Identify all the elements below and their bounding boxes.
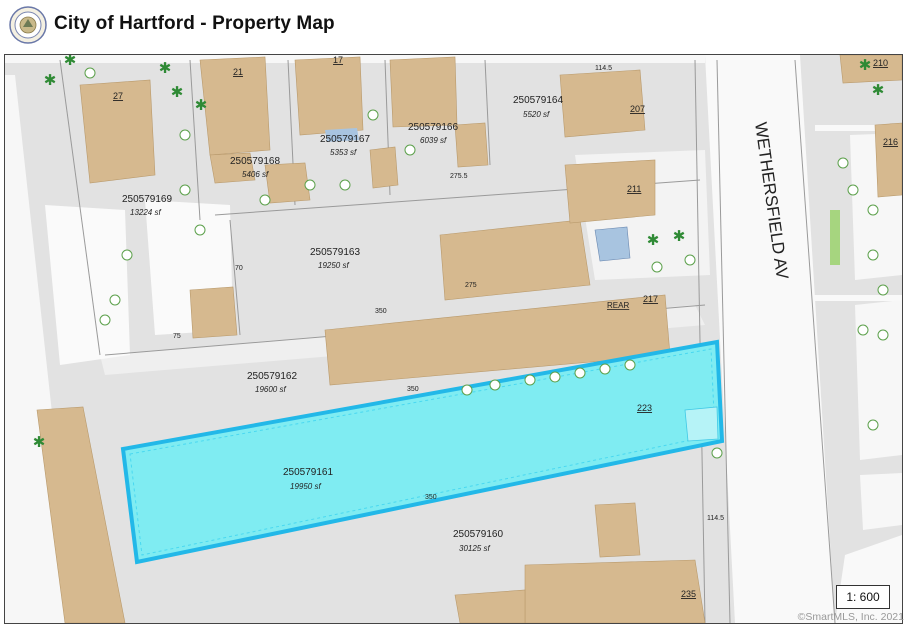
svg-text:✱: ✱ [872, 81, 885, 99]
map-canvas[interactable]: ✱✱✱ ✱✱✱ ✱✱✱ ✱ WETHERSFIELD AV 250579161 … [5, 55, 902, 623]
parcel-id-161: 250579161 [283, 467, 333, 478]
dim-350-a: 350 [425, 494, 437, 501]
parcel-id-163: 250579163 [310, 247, 360, 258]
svg-text:✱: ✱ [647, 231, 660, 249]
map-header: City of Hartford - Property Map [0, 0, 908, 50]
dim-75: 75 [173, 333, 181, 340]
rear-label: REAR [607, 301, 629, 310]
address-17: 17 [333, 55, 343, 65]
dim-114-5: 114.5 [595, 65, 612, 72]
parcel-id-164: 250579164 [513, 95, 563, 106]
parcel-area-162: 19600 sf [255, 385, 286, 394]
parcel-id-160: 250579160 [453, 529, 503, 540]
parcel-area-164: 5520 sf [523, 110, 550, 119]
parcel-area-169: 13224 sf [130, 208, 161, 217]
parcel-id-168: 250579168 [230, 156, 280, 167]
parcel-area-167: 5353 sf [330, 148, 357, 157]
address-216: 216 [883, 137, 898, 147]
address-207: 207 [630, 104, 645, 114]
parcel-id-162: 250579162 [247, 371, 297, 382]
svg-text:✱: ✱ [859, 56, 872, 74]
pool [594, 226, 631, 262]
dim-350-c: 350 [407, 386, 419, 393]
svg-text:✱: ✱ [171, 83, 184, 101]
parcel-id-167: 250579167 [320, 134, 370, 145]
address-211: 211 [627, 184, 641, 194]
green-strip [830, 210, 840, 265]
svg-text:✱: ✱ [64, 55, 77, 69]
address-21: 21 [233, 67, 243, 77]
dim-275-5: 275.5 [450, 173, 468, 180]
parcel-area-163: 19250 sf [318, 261, 349, 270]
dim-275: 275 [465, 282, 477, 289]
svg-text:✱: ✱ [44, 71, 57, 89]
parcel-id-166: 250579166 [408, 122, 458, 133]
parcel-address-235: 235 [681, 589, 696, 599]
address-217: 217 [643, 294, 658, 304]
parcel-area-161: 19950 sf [290, 482, 321, 491]
svg-text:✱: ✱ [195, 96, 208, 114]
parcel-id-169: 250579169 [122, 194, 172, 205]
address-210: 210 [873, 58, 888, 68]
property-map[interactable]: ✱ ✱ ✱ ✱ ✱ ✱ ✱ ✱ ✱ ✱ WETHERSFIELD AV 250579161 … [4, 54, 903, 624]
city-seal-icon [9, 6, 47, 44]
svg-text:✱: ✱ [673, 227, 686, 245]
dim-70: 70 [235, 265, 243, 272]
copyright-text: ©SmartMLS, Inc. 2021 [797, 611, 904, 623]
svg-text:✱: ✱ [159, 59, 172, 77]
svg-text:✱: ✱ [33, 433, 46, 451]
parcel-area-168: 5406 sf [242, 170, 269, 179]
dim-350-b: 350 [375, 308, 387, 315]
map-scale: 1: 600 [836, 585, 890, 609]
parcel-address-223: 223 [637, 403, 652, 413]
address-27: 27 [113, 91, 123, 101]
dim-114-5-b: 114.5 [707, 515, 724, 522]
parcel-area-160: 30125 sf [459, 544, 490, 553]
page-title: City of Hartford - Property Map [54, 13, 335, 34]
parcel-area-166: 6039 sf [420, 136, 447, 145]
